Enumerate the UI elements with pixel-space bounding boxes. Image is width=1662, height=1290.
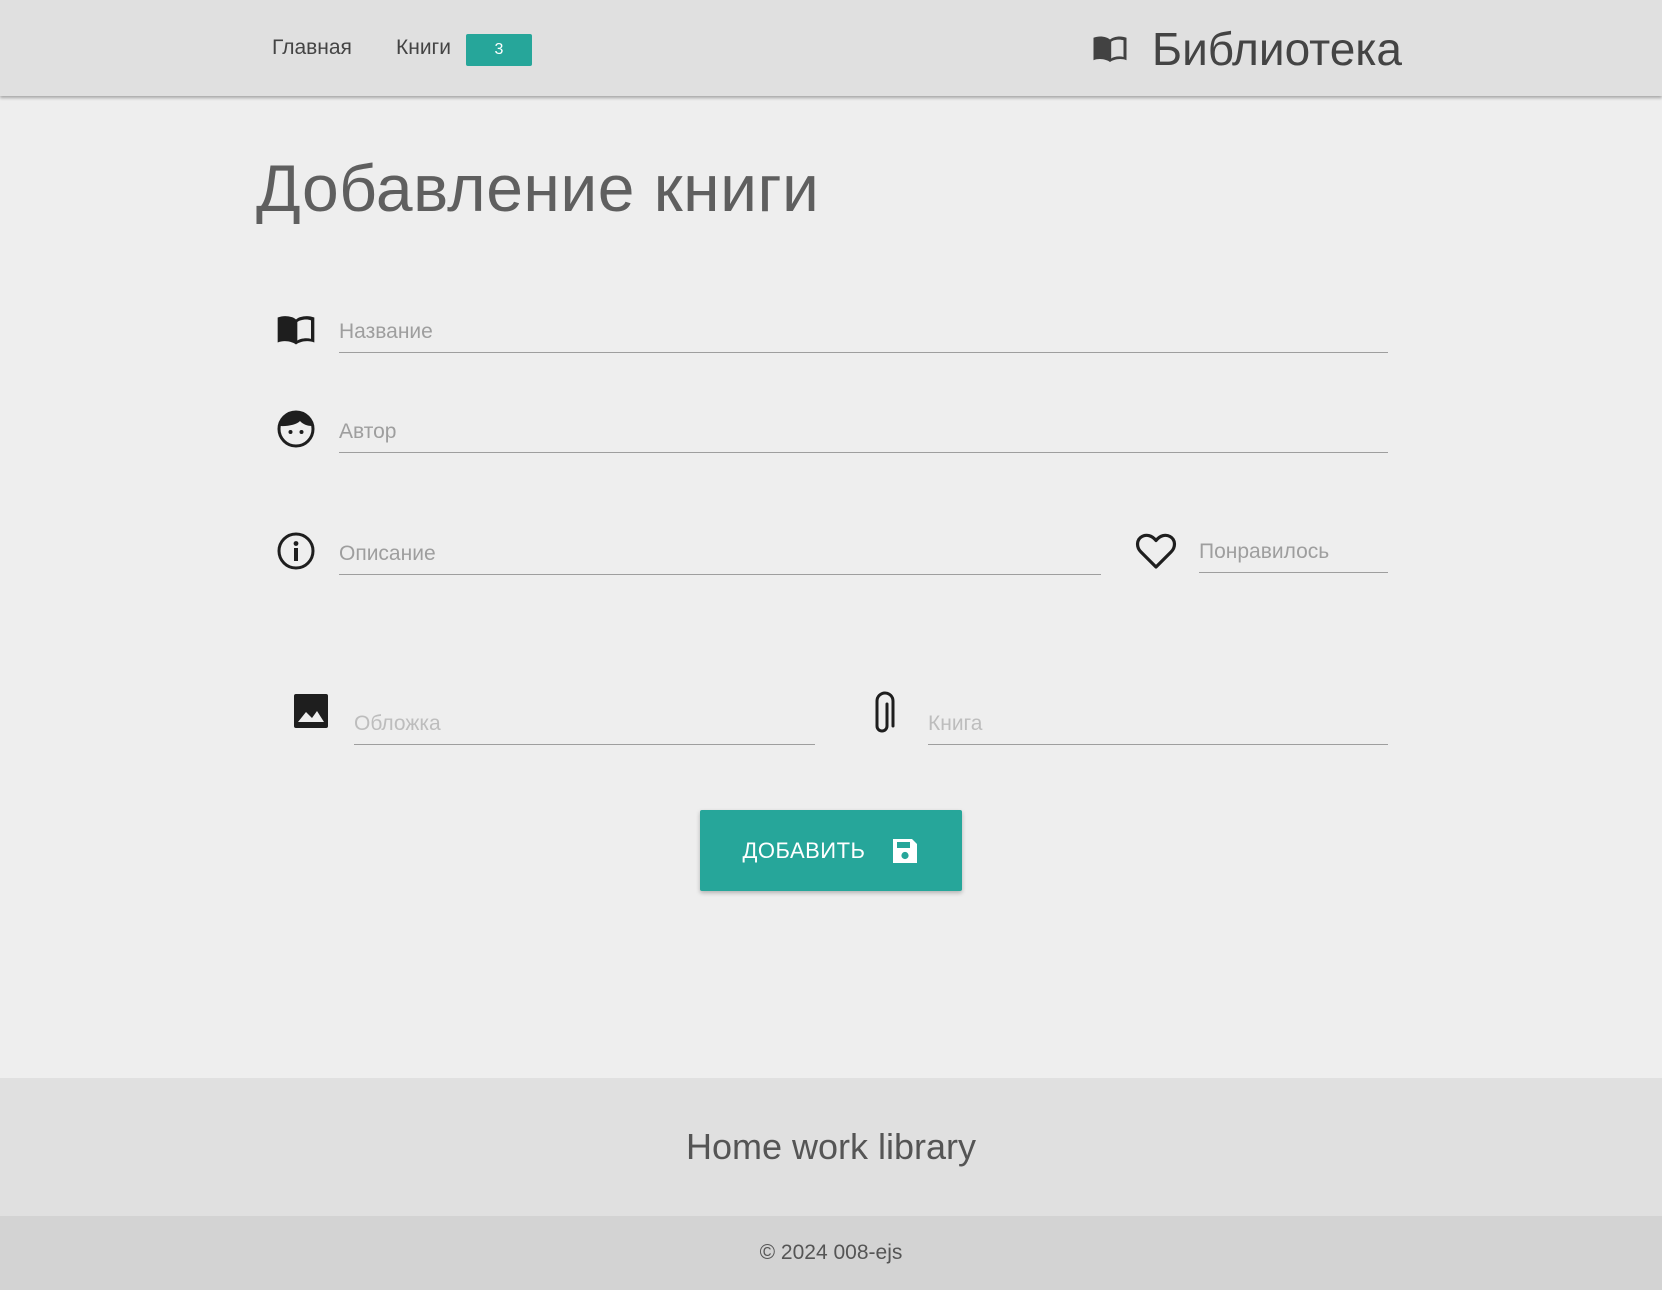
face-icon (276, 409, 316, 449)
nav-link-home[interactable]: Главная (272, 36, 352, 60)
favorite-input[interactable] (1199, 531, 1388, 572)
image-icon (293, 693, 329, 729)
info-icon (276, 531, 316, 571)
book-file-field (928, 703, 1388, 745)
copyright: © 2024 008-ejs (0, 1216, 1662, 1290)
cover-field (354, 703, 815, 745)
nav-link-books[interactable]: Книги (396, 36, 451, 60)
brand-title: Библиотека (1151, 23, 1402, 75)
add-button-label: ДОБАВИТЬ (742, 837, 866, 863)
footer-title: Home work library (685, 1126, 977, 1167)
footer: Home work library (0, 1078, 1662, 1216)
paperclip-icon (870, 690, 900, 734)
book-file-input[interactable] (928, 703, 1388, 744)
cover-input[interactable] (354, 703, 815, 744)
title-input[interactable] (339, 311, 1388, 352)
save-icon (890, 836, 920, 866)
navbar: Главная Книги 3 Библиотека (0, 0, 1662, 96)
brand-logo[interactable]: Библиотека (1092, 22, 1402, 76)
description-input[interactable] (339, 533, 1101, 574)
page-title: Добавление книги (256, 151, 820, 225)
add-button[interactable]: ДОБАВИТЬ (700, 810, 962, 891)
author-field (339, 411, 1388, 453)
book-open-icon (1092, 31, 1128, 67)
heart-icon (1135, 531, 1177, 571)
description-field (339, 533, 1101, 575)
books-count-badge: 3 (466, 34, 532, 66)
book-open-icon (274, 310, 318, 350)
title-field (339, 311, 1388, 353)
author-input[interactable] (339, 411, 1388, 452)
favorite-field (1199, 531, 1388, 573)
